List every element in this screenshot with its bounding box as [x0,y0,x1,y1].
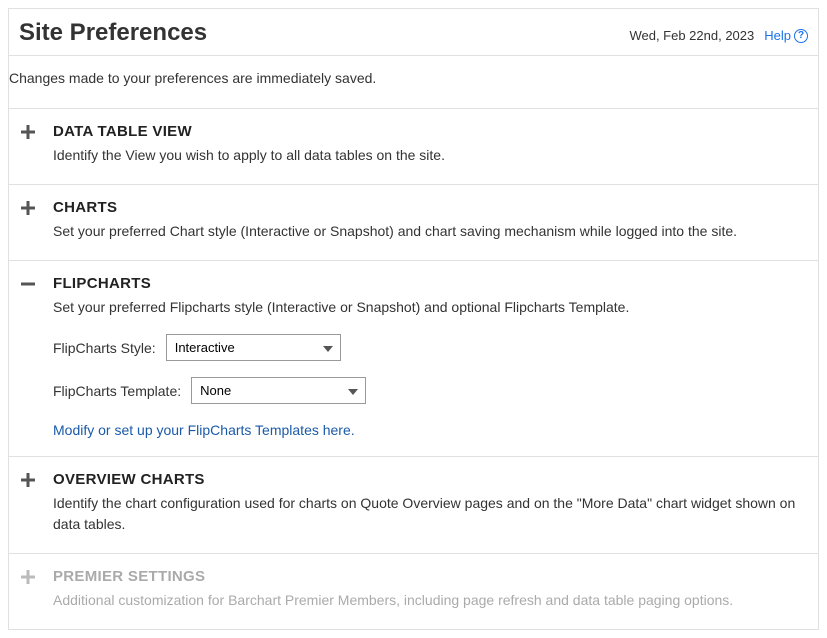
intro-text: Changes made to your preferences are imm… [9,56,818,108]
section-data-table-view: DATA TABLE VIEW Identify the View you wi… [9,108,818,184]
page-title: Site Preferences [19,19,207,47]
current-date: Wed, Feb 22nd, 2023 [629,28,754,43]
section-title: CHARTS [53,199,808,216]
section-flipcharts: FLIPCHARTS Set your preferred Flipcharts… [9,260,818,456]
section-title: FLIPCHARTS [53,275,808,292]
flipcharts-style-row: FlipCharts Style: Interactive [53,334,808,361]
header-right: Wed, Feb 22nd, 2023 Help ? [629,28,808,43]
flipcharts-template-row: FlipCharts Template: None [53,377,808,404]
section-desc: Identify the View you wish to apply to a… [53,145,808,166]
help-label: Help [764,28,791,43]
flipcharts-templates-link[interactable]: Modify or set up your FlipCharts Templat… [53,422,808,438]
collapse-icon[interactable] [19,277,37,291]
flipcharts-style-select[interactable]: Interactive [166,334,341,361]
section-premier-settings: PREMIER SETTINGS Additional customizatio… [9,553,818,629]
page-header: Site Preferences Wed, Feb 22nd, 2023 Hel… [9,9,818,56]
section-desc: Additional customization for Barchart Pr… [53,590,808,611]
section-charts: CHARTS Set your preferred Chart style (I… [9,184,818,260]
section-title: DATA TABLE VIEW [53,123,808,140]
expand-icon[interactable] [19,201,37,215]
help-icon: ? [794,29,808,43]
flipcharts-template-label: FlipCharts Template: [53,383,181,399]
preferences-container: Site Preferences Wed, Feb 22nd, 2023 Hel… [8,8,819,630]
expand-icon [19,570,37,584]
section-title: OVERVIEW CHARTS [53,471,808,488]
section-desc: Identify the chart configuration used fo… [53,493,808,535]
section-desc: Set your preferred Chart style (Interact… [53,221,808,242]
section-desc: Set your preferred Flipcharts style (Int… [53,297,808,318]
expand-icon[interactable] [19,125,37,139]
section-overview-charts: OVERVIEW CHARTS Identify the chart confi… [9,456,818,553]
help-link[interactable]: Help ? [764,28,808,43]
section-title: PREMIER SETTINGS [53,568,808,585]
flipcharts-template-select[interactable]: None [191,377,366,404]
expand-icon[interactable] [19,473,37,487]
flipcharts-style-label: FlipCharts Style: [53,340,156,356]
